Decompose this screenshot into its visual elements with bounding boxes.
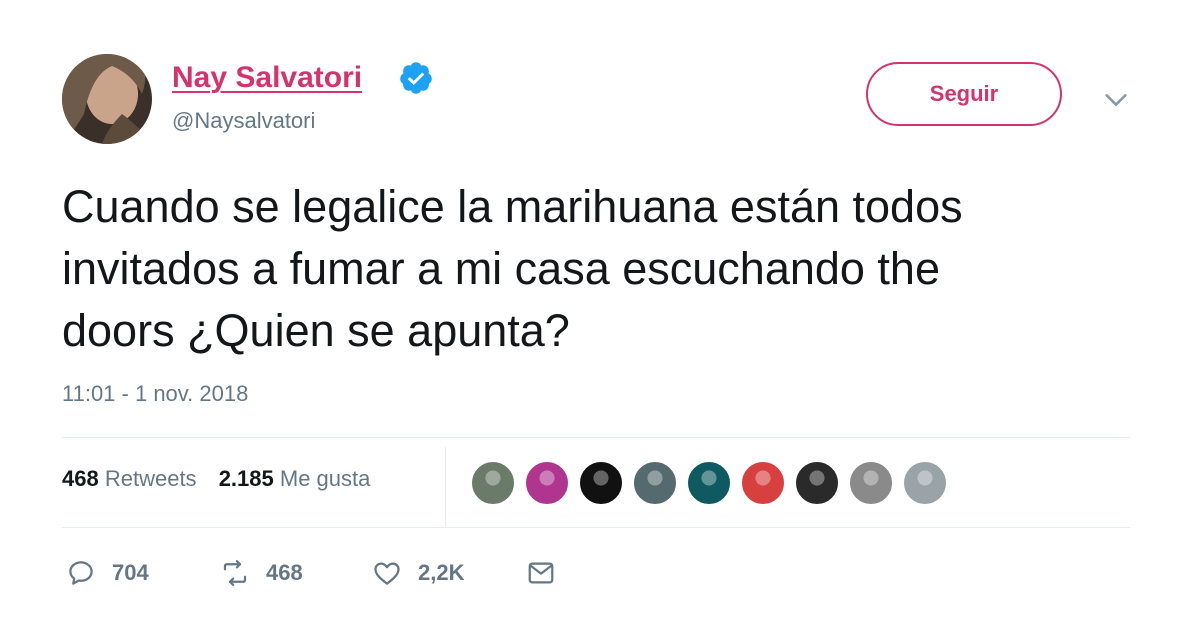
reply-count: 704 xyxy=(112,560,149,585)
liker-avatar[interactable] xyxy=(902,460,948,506)
envelope-icon xyxy=(528,562,554,584)
stats-separator xyxy=(445,447,446,527)
heart-icon xyxy=(374,562,400,585)
liker-avatar[interactable] xyxy=(686,460,732,506)
retweets-label: Retweets xyxy=(104,466,197,491)
tweet-text-line: doors ¿Quien se apunta? xyxy=(62,305,570,356)
user-handle[interactable]: @Naysalvatori xyxy=(172,108,315,134)
retweet-button[interactable]: 468 xyxy=(220,557,303,589)
liker-avatar[interactable] xyxy=(848,460,894,506)
like-count: 2,2K xyxy=(418,560,465,585)
likes-label: Me gusta xyxy=(279,466,371,491)
verified-badge-icon xyxy=(400,62,432,94)
direct-message-button[interactable] xyxy=(526,557,556,589)
tweet-text-line: Cuando se legalice la marihuana están to… xyxy=(62,181,963,232)
timestamp[interactable]: 11:01 - 1 nov. 2018 xyxy=(62,381,248,407)
reply-icon xyxy=(69,561,93,585)
liker-avatar[interactable] xyxy=(524,460,570,506)
retweet-count: 468 xyxy=(266,560,303,585)
tweet-text: Cuando se legalice la marihuana están to… xyxy=(62,176,1142,362)
divider xyxy=(62,437,1130,438)
divider xyxy=(62,527,1130,528)
chevron-down-icon[interactable] xyxy=(1102,86,1130,114)
display-name[interactable]: Nay Salvatori xyxy=(172,61,362,95)
avatar[interactable] xyxy=(62,54,152,144)
likes-stat[interactable]: 2.185 Me gusta xyxy=(219,466,371,491)
tweet-text-line: invitados a fumar a mi casa escuchando t… xyxy=(62,243,940,294)
stats-row: 468 Retweets 2.185 Me gusta xyxy=(62,466,370,492)
liker-avatar[interactable] xyxy=(632,460,678,506)
reply-button[interactable]: 704 xyxy=(66,557,149,589)
liker-avatar[interactable] xyxy=(578,460,624,506)
like-button[interactable]: 2,2K xyxy=(372,557,464,589)
liker-avatar[interactable] xyxy=(470,460,516,506)
retweets-count: 468 xyxy=(62,466,99,491)
liker-avatar[interactable] xyxy=(794,460,840,506)
retweets-stat[interactable]: 468 Retweets xyxy=(62,466,197,491)
retweet-icon xyxy=(223,560,247,586)
tweet-card: Nay Salvatori @Naysalvatori Seguir Cuand… xyxy=(0,0,1200,630)
follow-button[interactable]: Seguir xyxy=(866,62,1062,126)
likes-count: 2.185 xyxy=(218,466,274,491)
liker-avatar[interactable] xyxy=(740,460,786,506)
